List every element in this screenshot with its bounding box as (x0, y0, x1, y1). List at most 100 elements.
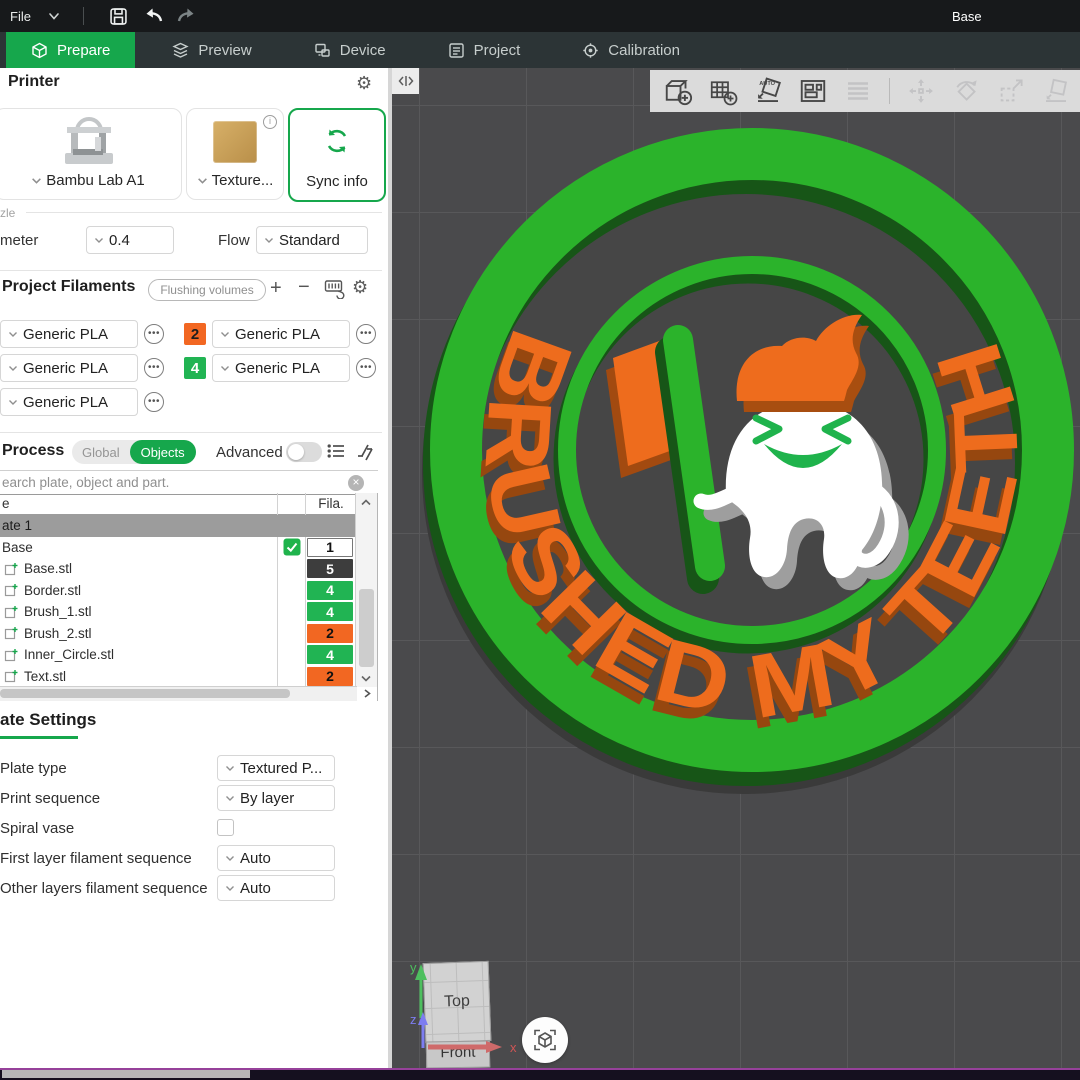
flushing-volumes-label: Flushing volumes (160, 283, 253, 297)
filament-number-badge[interactable]: 1 (307, 538, 353, 557)
object-list-vertical-scrollbar[interactable] (355, 493, 377, 687)
orientation-cube-top-face[interactable]: Top (423, 961, 492, 1043)
filament-number-badge[interactable]: 2 (307, 667, 353, 686)
scrollbar-thumb[interactable] (0, 689, 290, 698)
setting-select-plate-type[interactable]: Textured P... (217, 755, 335, 781)
filament-number-badge[interactable]: 5 (307, 559, 353, 578)
ams-sync-icon[interactable] (324, 279, 346, 303)
object-row-text-stl[interactable]: Text.stl2 (0, 666, 377, 688)
add-filament-button[interactable]: + (270, 278, 282, 298)
nozzle-fieldset-line (26, 212, 382, 213)
search-input[interactable] (0, 475, 348, 490)
tab-project[interactable]: Project (423, 32, 546, 68)
object-list-horizontal-scrollbar[interactable] (0, 686, 357, 701)
filament-settings-gear-icon[interactable]: ⚙ (352, 278, 368, 296)
filament-options-icon[interactable]: ••• (144, 358, 164, 378)
filament-select[interactable]: Generic PLA (0, 320, 138, 348)
remove-filament-button[interactable]: − (298, 277, 310, 297)
printable-checkbox[interactable] (283, 538, 301, 559)
list-view-icon[interactable] (326, 441, 346, 465)
object-list-header: e Fila. (0, 493, 377, 515)
filament-number-badge[interactable]: 4 (307, 645, 353, 664)
plate-select-chevron-icon[interactable] (197, 176, 208, 185)
filament-options-icon[interactable]: ••• (356, 324, 376, 344)
tab-label: Calibration (608, 42, 680, 59)
filament-select[interactable]: Generic PLA (0, 354, 138, 382)
flushing-volumes-button[interactable]: Flushing volumes (148, 279, 266, 301)
sync-info-button[interactable]: Sync info (288, 108, 386, 202)
object-list: e Fila. ate 1Base1Base.stl5Border.stl4Br… (0, 493, 378, 701)
auto-orient-icon[interactable]: AUTO (750, 74, 786, 108)
chevron-down-icon (220, 364, 230, 372)
add-plate-icon[interactable] (705, 74, 741, 108)
printer-select-chevron-icon[interactable] (31, 176, 42, 185)
search-bar: × (0, 470, 378, 495)
sync-info-label: Sync info (306, 173, 368, 190)
advanced-toggle[interactable] (286, 442, 322, 462)
filament-select[interactable]: Generic PLA (212, 320, 350, 348)
process-objects-option[interactable]: Objects (130, 440, 196, 464)
filament-select[interactable]: Generic PLA (0, 388, 138, 416)
filament-options-icon[interactable]: ••• (144, 392, 164, 412)
object-row-base-stl[interactable]: Base.stl5 (0, 558, 377, 580)
setting-label: Other layers filament sequence (0, 879, 210, 898)
chevron-down-icon (225, 764, 235, 772)
plate-name[interactable]: Texture... (212, 172, 274, 189)
spiral-vase-checkbox[interactable] (217, 819, 234, 836)
tab-device[interactable]: Device (289, 32, 411, 68)
tab-preview[interactable]: Preview (147, 32, 276, 68)
reset-view-button[interactable] (522, 1017, 568, 1063)
printer-settings-gear-icon[interactable]: ⚙ (356, 74, 372, 92)
model-brushed-my-teeth-badge[interactable]: BRUSHED MY TEETH BRUSHED MY TEETH (392, 68, 1080, 1070)
build-plate-card[interactable]: i Texture... (186, 108, 284, 200)
undo-button[interactable] (136, 3, 170, 29)
file-menu-chevron-icon[interactable] (47, 9, 61, 23)
setting-value: By layer (240, 790, 294, 807)
setting-value: Auto (240, 880, 271, 897)
filaments-section-title: Project Filaments (2, 278, 135, 296)
file-menu[interactable]: File (10, 9, 31, 24)
process-global-option[interactable]: Global (72, 445, 130, 460)
setting-select-print-sequence[interactable]: By layer (217, 785, 335, 811)
filament-options-icon[interactable]: ••• (356, 358, 376, 378)
object-row-brush-2-stl[interactable]: Brush_2.stl2 (0, 623, 377, 645)
filament-number-badge[interactable]: 4 (307, 581, 353, 600)
collapse-panel-button[interactable] (392, 68, 419, 94)
clear-search-icon[interactable]: × (348, 475, 364, 491)
tab-label: Prepare (57, 42, 110, 59)
setting-label: Plate type (0, 759, 210, 778)
tab-calibration[interactable]: Calibration (557, 32, 705, 68)
add-object-icon[interactable] (660, 74, 696, 108)
filament-index-badge: 2 (184, 323, 206, 345)
object-row-brush-1-stl[interactable]: Brush_1.stl4 (0, 601, 377, 623)
printer-card[interactable]: Bambu Lab A1 (0, 108, 182, 200)
object-row-base[interactable]: Base1 (0, 537, 377, 559)
flow-select[interactable]: Standard (256, 226, 368, 254)
printer-name[interactable]: Bambu Lab A1 (46, 172, 144, 189)
nozzle-diameter-select[interactable]: 0.4 (86, 226, 174, 254)
orientation-cube-front-face[interactable]: Front (426, 1040, 490, 1068)
tab-prepare[interactable]: Prepare (6, 32, 135, 68)
object-row-border-stl[interactable]: Border.stl4 (0, 580, 377, 602)
scrollbar-thumb[interactable] (359, 589, 374, 667)
project-icon (448, 42, 465, 59)
object-row-inner-circle-stl[interactable]: Inner_Circle.stl4 (0, 644, 377, 666)
device-icon (314, 42, 331, 59)
scale-icon (993, 74, 1029, 108)
scroll-right-icon[interactable] (362, 688, 372, 699)
setting-select-first-layer-filament-sequence[interactable]: Auto (217, 845, 335, 871)
filament-number-badge[interactable]: 2 (307, 624, 353, 643)
info-icon[interactable]: i (263, 115, 277, 129)
object-row-plate[interactable]: ate 1 (0, 515, 357, 537)
filament-options-icon[interactable]: ••• (144, 324, 164, 344)
filament-index-badge: 4 (184, 357, 206, 379)
redo-button[interactable] (170, 3, 204, 29)
arrange-icon[interactable] (795, 74, 831, 108)
save-button[interactable] (102, 3, 136, 29)
process-scope-toggle[interactable]: Global Objects (72, 440, 196, 464)
tune-filter-icon[interactable] (354, 441, 374, 465)
setting-select-other-layers-filament-sequence[interactable]: Auto (217, 875, 335, 901)
filament-select[interactable]: Generic PLA (212, 354, 350, 382)
diameter-label: meter (0, 232, 38, 249)
filament-number-badge[interactable]: 4 (307, 602, 353, 621)
